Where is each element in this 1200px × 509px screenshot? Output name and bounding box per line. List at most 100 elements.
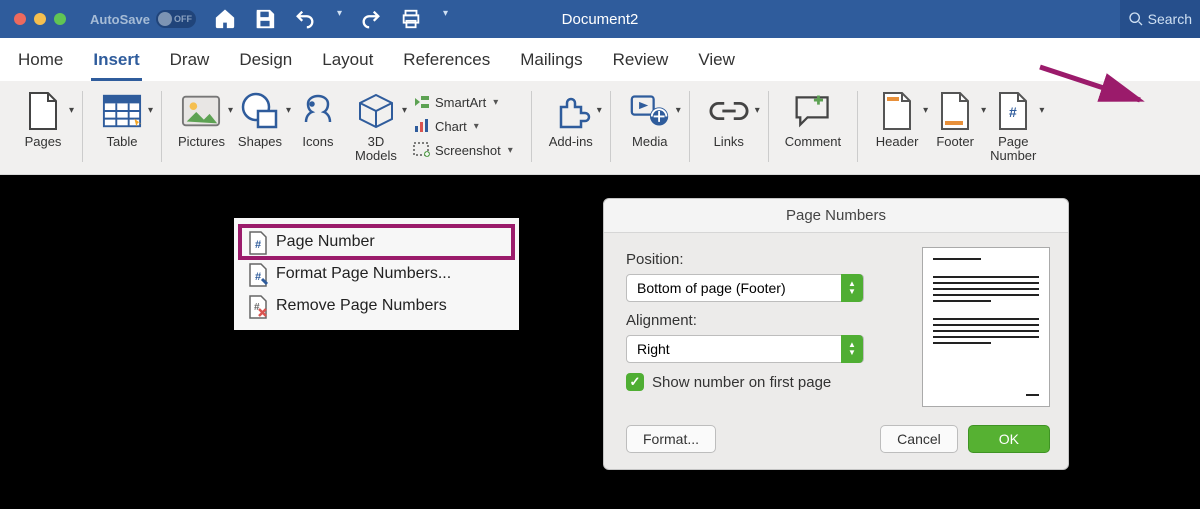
links-label: Links xyxy=(714,135,744,149)
chevron-down-icon: ▾ xyxy=(755,105,760,116)
media-label: Media xyxy=(632,135,667,149)
3d-models-button[interactable]: ▾ 3D Models xyxy=(347,89,405,164)
menu-item-page-number[interactable]: # Page Number xyxy=(240,226,513,258)
smartart-label: SmartArt xyxy=(435,95,486,110)
ribbon-tabs: Home Insert Draw Design Layout Reference… xyxy=(0,38,1200,81)
header-icon xyxy=(877,91,917,131)
dialog-title: Page Numbers xyxy=(604,199,1068,233)
smartart-icon xyxy=(413,93,431,111)
svg-text:#: # xyxy=(254,302,260,313)
addins-label: Add-ins xyxy=(549,135,593,149)
autosave-toggle[interactable]: AutoSave OFF xyxy=(90,10,196,28)
chart-button[interactable]: Chart ▾ xyxy=(409,115,517,137)
position-value: Bottom of page (Footer) xyxy=(637,280,786,296)
alignment-value: Right xyxy=(637,341,670,357)
search-box[interactable]: Search xyxy=(1120,0,1200,38)
pages-label: Pages xyxy=(25,135,62,149)
page-number-icon: # xyxy=(248,231,268,253)
save-icon[interactable] xyxy=(254,8,276,30)
links-button[interactable]: ▾ Links xyxy=(700,89,758,151)
tab-references[interactable]: References xyxy=(401,46,492,81)
show-first-page-label: Show number on first page xyxy=(652,374,831,391)
menu-item-label: Remove Page Numbers xyxy=(276,297,447,315)
header-button[interactable]: ▾ Header xyxy=(868,89,926,151)
page-number-label: Page Number xyxy=(990,135,1036,162)
window-titlebar: AutoSave OFF ▾ ▾ Document2 Search xyxy=(0,0,1200,38)
select-stepper-icon: ▲▼ xyxy=(841,335,863,363)
tab-layout[interactable]: Layout xyxy=(320,46,375,81)
table-button[interactable]: ▾ Table xyxy=(93,89,151,151)
media-button[interactable]: ▾ Media xyxy=(621,89,679,151)
ok-button[interactable]: OK xyxy=(968,425,1050,453)
chart-icon xyxy=(413,117,431,135)
addins-icon xyxy=(551,91,591,131)
alignment-select[interactable]: Right ▲▼ xyxy=(626,335,864,363)
minimize-window-button[interactable] xyxy=(34,13,46,25)
shapes-label: Shapes xyxy=(238,135,282,149)
footer-icon xyxy=(935,91,975,131)
shapes-icon xyxy=(240,91,280,131)
chevron-down-icon: ▾ xyxy=(69,105,74,116)
close-window-button[interactable] xyxy=(14,13,26,25)
redo-icon[interactable] xyxy=(360,8,382,30)
print-icon[interactable] xyxy=(400,8,422,30)
header-label: Header xyxy=(876,135,919,149)
icons-button[interactable]: Icons xyxy=(289,89,347,151)
menu-item-format-page-numbers[interactable]: # Format Page Numbers... xyxy=(240,258,513,290)
format-page-number-icon: # xyxy=(248,263,268,285)
chart-label: Chart xyxy=(435,119,467,134)
comment-label: Comment xyxy=(785,135,841,149)
remove-page-number-icon: # xyxy=(248,295,268,317)
pictures-button[interactable]: ▾ Pictures xyxy=(172,89,231,151)
toggle-switch-icon: OFF xyxy=(156,10,196,28)
addins-button[interactable]: ▾ Add-ins xyxy=(542,89,600,151)
cancel-button[interactable]: Cancel xyxy=(880,425,958,453)
pictures-icon xyxy=(181,91,221,131)
screenshot-label: Screenshot xyxy=(435,143,501,158)
format-button[interactable]: Format... xyxy=(626,425,716,453)
undo-dropdown-icon[interactable]: ▾ xyxy=(337,8,342,30)
search-icon xyxy=(1128,11,1144,27)
comment-icon xyxy=(793,91,833,131)
pages-button[interactable]: ▾ Pages xyxy=(14,89,72,151)
tab-insert[interactable]: Insert xyxy=(91,46,141,81)
search-placeholder: Search xyxy=(1148,11,1192,27)
footer-button[interactable]: ▾ Footer xyxy=(926,89,984,151)
autosave-state: OFF xyxy=(174,14,192,24)
comment-button[interactable]: Comment xyxy=(779,89,847,151)
maximize-window-button[interactable] xyxy=(54,13,66,25)
page-icon xyxy=(23,91,63,131)
undo-icon[interactable] xyxy=(294,8,316,30)
svg-text:#: # xyxy=(1009,104,1017,120)
tab-mailings[interactable]: Mailings xyxy=(518,46,584,81)
ribbon: Home Insert Draw Design Layout Reference… xyxy=(0,38,1200,175)
shapes-button[interactable]: ▾ Shapes xyxy=(231,89,289,151)
cube-icon xyxy=(356,91,396,131)
position-label: Position: xyxy=(626,251,910,268)
tab-home[interactable]: Home xyxy=(16,46,65,81)
screenshot-button[interactable]: Screenshot▾ xyxy=(409,139,517,161)
tab-draw[interactable]: Draw xyxy=(168,46,212,81)
chevron-down-icon: ▾ xyxy=(474,121,479,132)
table-label: Table xyxy=(106,135,137,149)
pictures-label: Pictures xyxy=(178,135,225,149)
autosave-label: AutoSave xyxy=(90,12,150,27)
checkbox-checked-icon: ✓ xyxy=(626,373,644,391)
smartart-button[interactable]: SmartArt▾ xyxy=(409,91,517,113)
qat-customize-icon[interactable]: ▾ xyxy=(443,8,448,30)
page-number-dropdown: # Page Number # Format Page Numbers... #… xyxy=(234,218,519,330)
page-preview xyxy=(922,247,1050,407)
tab-review[interactable]: Review xyxy=(611,46,671,81)
home-icon[interactable] xyxy=(214,8,236,30)
menu-item-label: Page Number xyxy=(276,233,375,251)
position-select[interactable]: Bottom of page (Footer) ▲▼ xyxy=(626,274,864,302)
annotation-arrow-icon xyxy=(1035,62,1155,112)
tab-design[interactable]: Design xyxy=(237,46,294,81)
icons-icon xyxy=(298,91,338,131)
menu-item-remove-page-numbers[interactable]: # Remove Page Numbers xyxy=(240,290,513,322)
alignment-label: Alignment: xyxy=(626,312,910,329)
tab-view[interactable]: View xyxy=(696,46,737,81)
show-first-page-checkbox[interactable]: ✓ Show number on first page xyxy=(626,373,910,391)
icons-label: Icons xyxy=(302,135,333,149)
page-number-button[interactable]: # ▾ Page Number xyxy=(984,89,1042,164)
